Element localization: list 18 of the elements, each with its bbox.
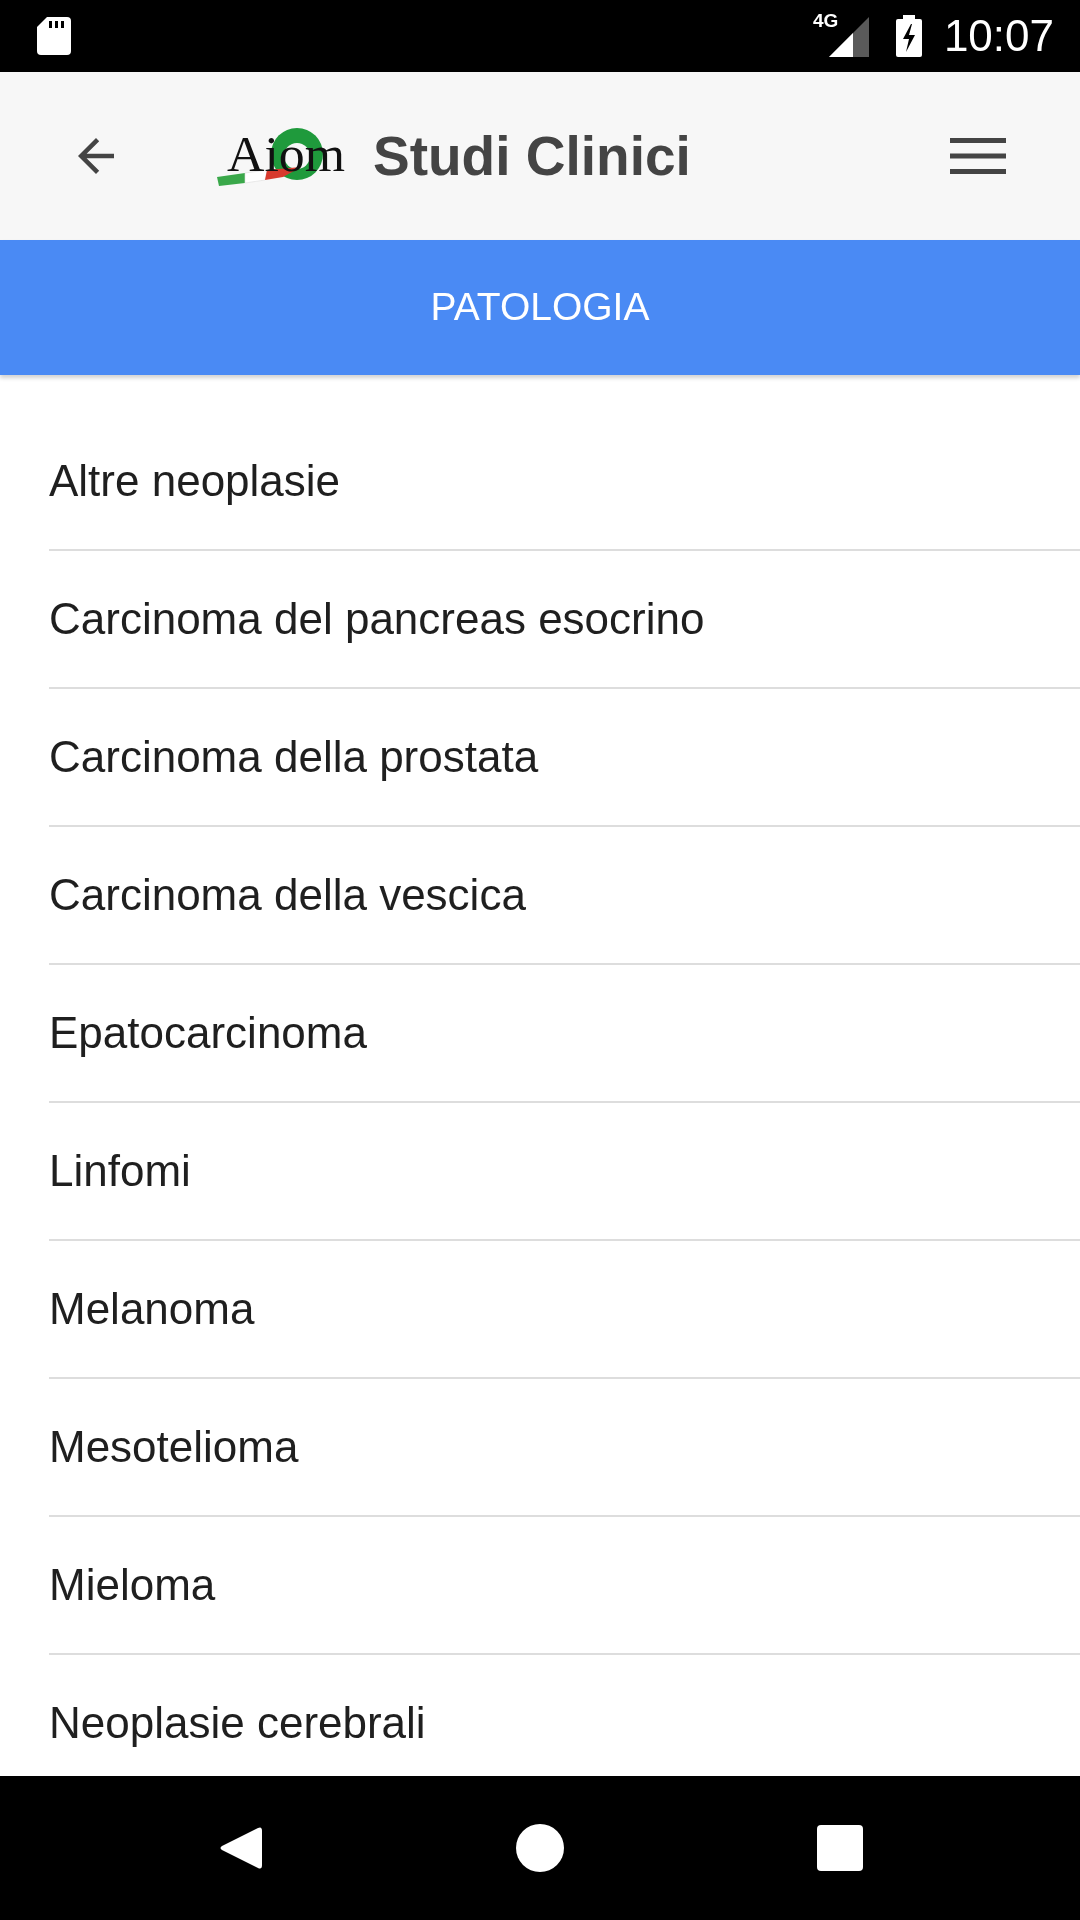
clock-time: 10:07 <box>943 14 1054 58</box>
page-title: Studi Clinici <box>373 125 691 187</box>
list-item[interactable]: Carcinoma della vescica <box>49 827 1080 965</box>
list-item[interactable]: Melanoma <box>49 1241 1080 1379</box>
menu-icon[interactable] <box>950 138 1006 174</box>
list-item[interactable]: Epatocarcinoma <box>49 965 1080 1103</box>
list-item[interactable]: Altre neoplasie <box>49 413 1080 551</box>
list-item[interactable]: Carcinoma della prostata <box>49 689 1080 827</box>
list-item[interactable]: Carcinoma del pancreas esocrino <box>49 551 1080 689</box>
square-recents-icon <box>817 1825 863 1871</box>
list-item[interactable]: Linfomi <box>49 1103 1080 1241</box>
sd-card-icon <box>37 17 71 55</box>
battery-charging-icon <box>895 15 922 57</box>
list-item[interactable]: Mesotelioma <box>49 1379 1080 1517</box>
section-title: PATOLOGIA <box>430 284 650 331</box>
circle-home-icon <box>516 1824 564 1872</box>
list-item[interactable]: Mieloma <box>49 1517 1080 1655</box>
network-type-label: 4G <box>812 11 839 30</box>
